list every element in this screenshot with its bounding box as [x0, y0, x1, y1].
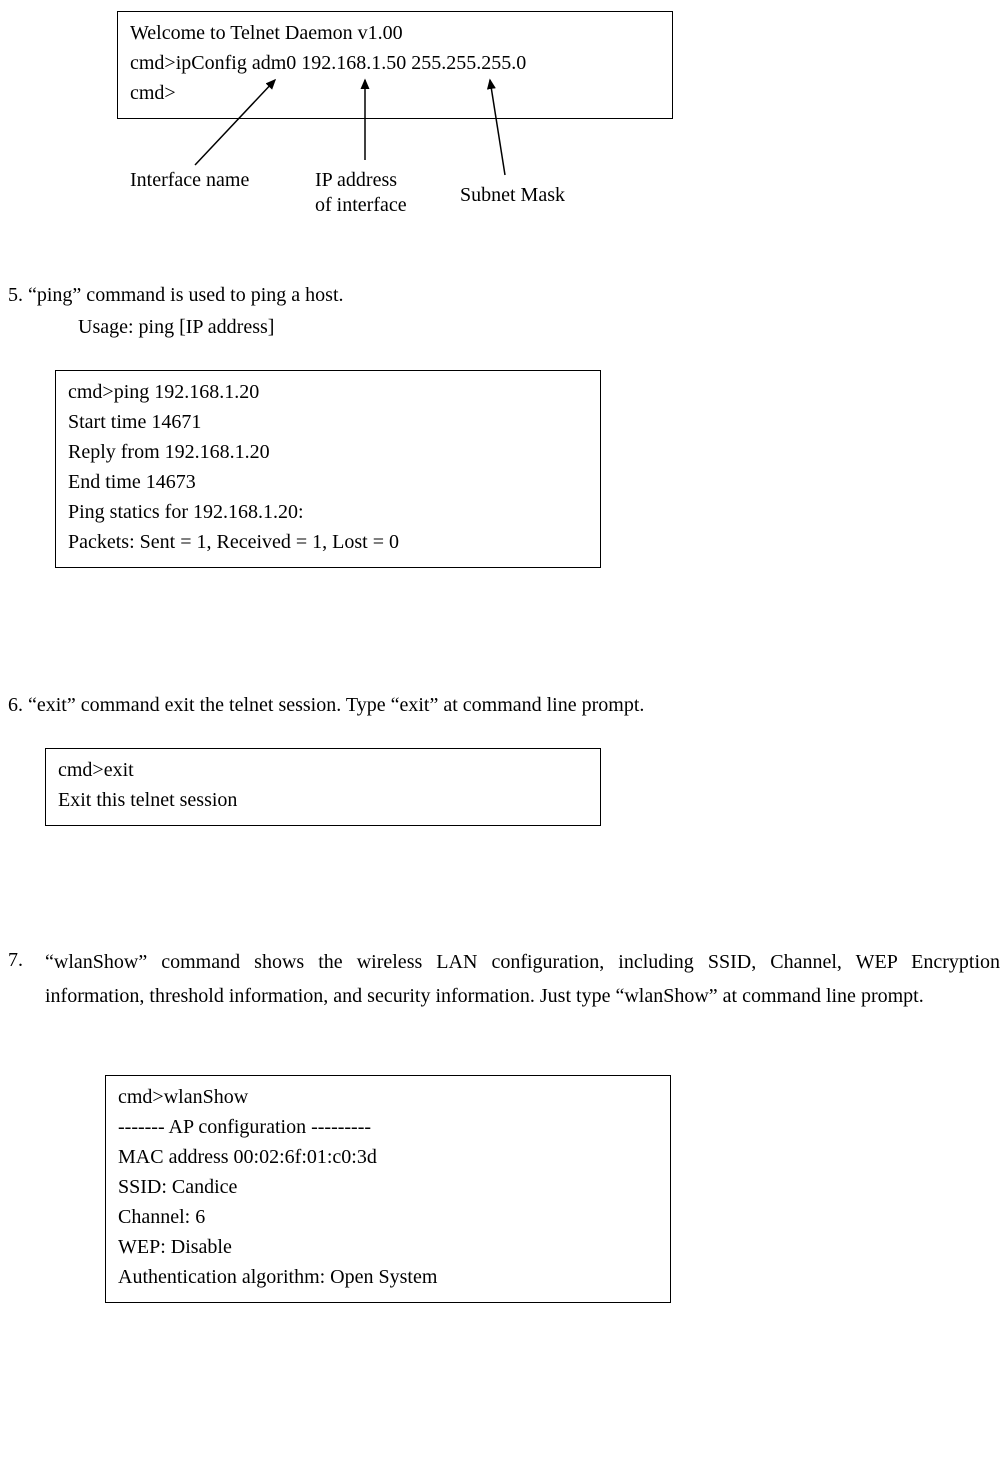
telnet-line: Exit this telnet session: [58, 785, 588, 815]
telnet-line: WEP: Disable: [118, 1232, 658, 1262]
telnet-line: cmd>wlanShow: [118, 1082, 658, 1112]
telnet-line: Packets: Sent = 1, Received = 1, Lost = …: [68, 527, 588, 557]
annotation-subnet-mask: Subnet Mask: [460, 180, 565, 210]
telnet-line: Ping statics for 192.168.1.20:: [68, 497, 588, 527]
section-6-title: 6. “exit” command exit the telnet sessio…: [8, 690, 644, 720]
telnet-line: End time 14673: [68, 467, 588, 497]
telnet-line: MAC address 00:02:6f:01:c0:3d: [118, 1142, 658, 1172]
annotation-interface-name: Interface name: [130, 165, 249, 195]
telnet-box-wlanshow: cmd>wlanShow ------- AP configuration --…: [105, 1075, 671, 1303]
section-7-number: 7.: [8, 945, 23, 975]
annotation-ip-address-line2: of interface: [315, 190, 407, 220]
section-7-body: “wlanShow” command shows the wireless LA…: [45, 945, 1000, 1013]
telnet-line: Welcome to Telnet Daemon v1.00: [130, 18, 660, 48]
telnet-box-ping: cmd>ping 192.168.1.20 Start time 14671 R…: [55, 370, 601, 568]
telnet-line: cmd>ipConfig adm0 192.168.1.50 255.255.2…: [130, 48, 660, 78]
telnet-line: cmd>ping 192.168.1.20: [68, 377, 588, 407]
telnet-line: ------- AP configuration ---------: [118, 1112, 658, 1142]
telnet-line: cmd>: [130, 78, 660, 108]
telnet-line: Start time 14671: [68, 407, 588, 437]
telnet-line: Authentication algorithm: Open System: [118, 1262, 658, 1292]
telnet-line: cmd>exit: [58, 755, 588, 785]
telnet-box-exit: cmd>exit Exit this telnet session: [45, 748, 601, 826]
telnet-line: Channel: 6: [118, 1202, 658, 1232]
telnet-box-ipconfig: Welcome to Telnet Daemon v1.00 cmd>ipCon…: [117, 11, 673, 119]
section-5-title: 5. “ping” command is used to ping a host…: [8, 280, 344, 310]
section-5-usage: Usage: ping [IP address]: [78, 312, 274, 342]
telnet-line: SSID: Candice: [118, 1172, 658, 1202]
telnet-line: Reply from 192.168.1.20: [68, 437, 588, 467]
